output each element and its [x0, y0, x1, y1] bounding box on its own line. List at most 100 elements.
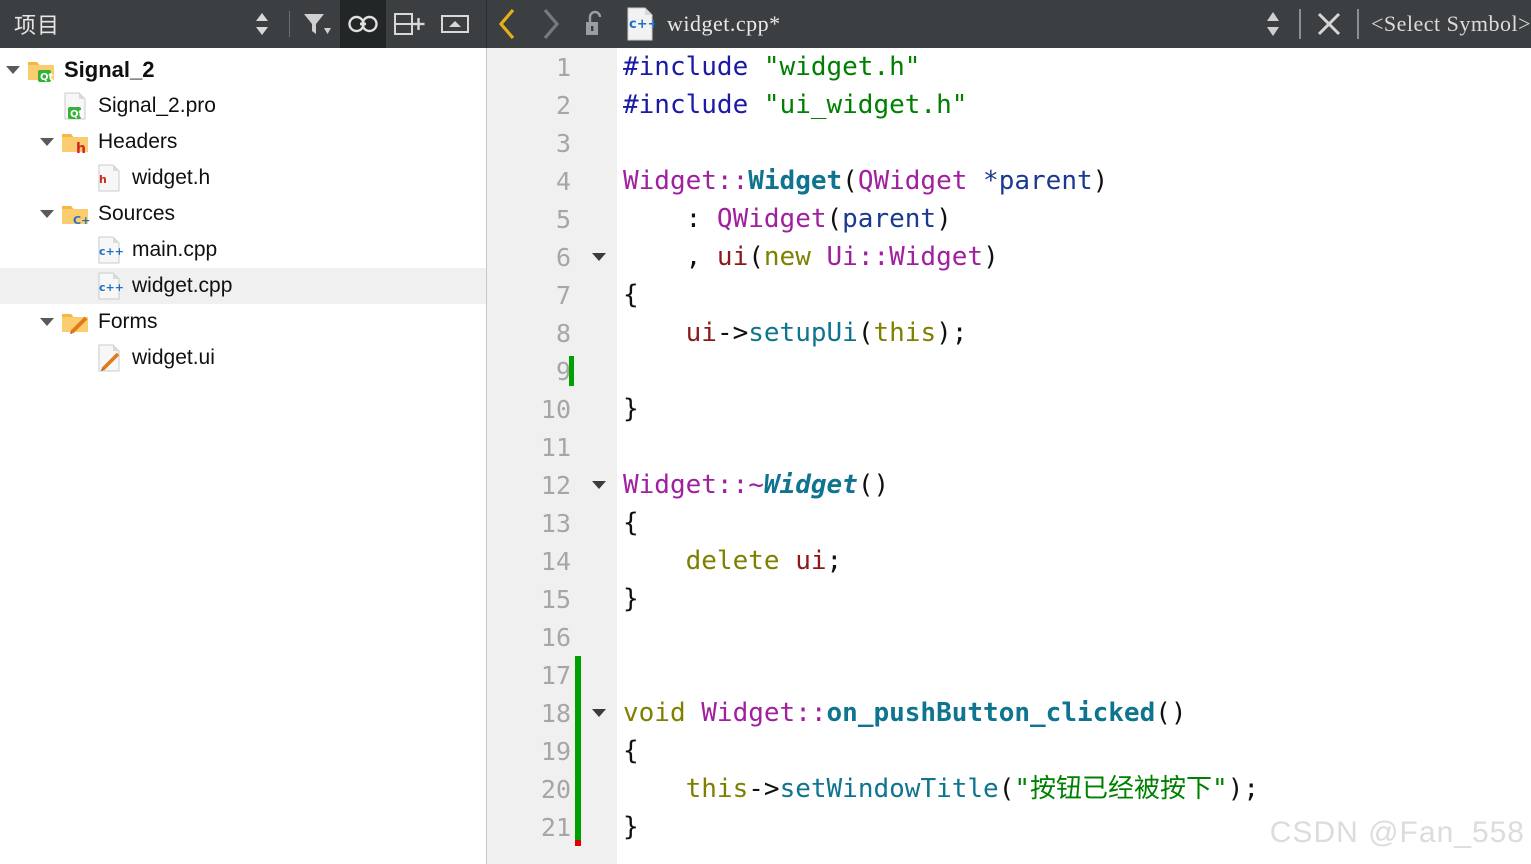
- tree-item-icon: h: [94, 163, 124, 193]
- code-line[interactable]: 21}: [487, 808, 1531, 846]
- code-line[interactable]: 13 {: [487, 504, 1531, 542]
- change-indicator-bar: [575, 504, 581, 542]
- code-line[interactable]: 3: [487, 124, 1531, 162]
- tree-item-widget-h[interactable]: h widget.h: [0, 160, 486, 196]
- close-file-button[interactable]: [1307, 0, 1351, 48]
- current-file-chip[interactable]: c++ widget.cpp*: [615, 6, 781, 42]
- code-line[interactable]: 19 {: [487, 732, 1531, 770]
- h-file-icon: h: [98, 164, 120, 192]
- code-token: );: [936, 318, 968, 348]
- code-line[interactable]: 11: [487, 428, 1531, 466]
- chevron-down-icon[interactable]: [34, 208, 60, 220]
- chevron-down-icon[interactable]: [0, 64, 26, 76]
- navigate-forward-button[interactable]: [529, 0, 571, 48]
- line-number: 11: [540, 432, 571, 462]
- code-token: setWindowTitle: [779, 774, 999, 804]
- fold-toggle-icon[interactable]: [581, 707, 617, 719]
- tree-item-icon: [60, 307, 90, 337]
- tree-item-signal-2-pro[interactable]: Qt Signal_2.pro: [0, 88, 486, 124]
- tree-item-widget-cpp[interactable]: c++ widget.cpp: [0, 268, 486, 304]
- code-line[interactable]: 14 delete ui;: [487, 542, 1531, 580]
- code-token: (: [842, 166, 858, 196]
- line-number: 4: [555, 166, 571, 196]
- link-sync-icon: [348, 15, 378, 33]
- change-indicator-bar: [575, 200, 581, 238]
- tree-item-label: widget.h: [132, 166, 211, 189]
- code-line[interactable]: 16: [487, 618, 1531, 656]
- code-line-text: #include "widget.h": [617, 48, 920, 86]
- code-token: "按钮已经被按下": [1014, 774, 1228, 804]
- code-line[interactable]: 5 : QWidget(parent): [487, 200, 1531, 238]
- code-line[interactable]: 1 #include "widget.h": [487, 48, 1531, 86]
- code-line[interactable]: 7{: [487, 276, 1531, 314]
- tree-item-icon: c++: [94, 235, 124, 265]
- code-lines-container[interactable]: 1 #include "widget.h" 2 #include "ui_widget…: [487, 48, 1531, 864]
- code-line[interactable]: 4 Widget::Widget(QWidget *parent): [487, 162, 1531, 200]
- tree-item-icon: C++: [60, 199, 90, 229]
- tree-item-sources[interactable]: C++ Sources: [0, 196, 486, 232]
- code-token: new: [763, 242, 827, 272]
- code-token: ): [936, 204, 952, 234]
- code-line[interactable]: 18 void Widget::on_pushButton_clicked(): [487, 694, 1531, 732]
- line-number: 17: [540, 660, 571, 690]
- code-token: QWidget: [716, 204, 827, 234]
- qt-creator-window: 项目 c++ widget.cpp* <Select Symbol> Qt Si…: [0, 0, 1531, 864]
- code-line[interactable]: 20 this->setWindowTitle("按钮已经被按下");: [487, 770, 1531, 808]
- code-token: this: [873, 318, 937, 348]
- code-line[interactable]: 15}: [487, 580, 1531, 618]
- file-updown-button[interactable]: [1253, 0, 1293, 48]
- navigate-back-button[interactable]: [487, 0, 529, 48]
- sort-updown-icon-button[interactable]: [239, 0, 285, 48]
- fold-toggle-icon[interactable]: [581, 251, 617, 263]
- code-token: ->: [716, 318, 749, 348]
- code-line[interactable]: 2 #include "ui_widget.h": [487, 86, 1531, 124]
- line-number: 12: [540, 470, 571, 500]
- code-line[interactable]: 6 , ui(new Ui::Widget): [487, 238, 1531, 276]
- cpp-folder-icon: C++: [62, 206, 90, 227]
- cpp-file-icon: c++: [627, 7, 655, 41]
- change-indicator-bar: [575, 314, 581, 352]
- code-line[interactable]: 17: [487, 656, 1531, 694]
- change-indicator-bar: [575, 352, 581, 390]
- panel-title: 项目: [14, 13, 61, 38]
- symbol-selector[interactable]: <Select Symbol>: [1365, 11, 1531, 37]
- code-token: ): [1092, 166, 1109, 196]
- tree-item-headers[interactable]: h Headers: [0, 124, 486, 160]
- link-sync-icon-button[interactable]: [340, 0, 386, 48]
- code-token: #include: [623, 90, 764, 120]
- h-folder-icon: h: [62, 134, 88, 157]
- tree-item-forms[interactable]: Forms: [0, 304, 486, 340]
- chevron-down-icon[interactable]: [34, 136, 60, 148]
- collapse-panel-icon-button[interactable]: [432, 0, 478, 48]
- tree-item-label: Headers: [98, 130, 178, 153]
- fold-toggle-icon[interactable]: [581, 479, 617, 491]
- code-line[interactable]: 12 Widget::~Widget(): [487, 466, 1531, 504]
- svg-text:c++: c++: [99, 245, 124, 258]
- tree-item-main-cpp[interactable]: c++ main.cpp: [0, 232, 486, 268]
- line-number: 8: [555, 318, 571, 348]
- svg-text:C++: C++: [73, 214, 90, 227]
- sort-updown-icon: [256, 13, 268, 35]
- code-line[interactable]: 10}: [487, 390, 1531, 428]
- change-indicator-bar: [575, 808, 581, 846]
- change-indicator-bar: [575, 656, 581, 694]
- tree-item-signal-2[interactable]: Qt Signal_2: [0, 52, 486, 88]
- change-indicator-bar: [575, 162, 581, 200]
- line-number: 14: [540, 546, 571, 576]
- code-line[interactable]: 8 ui->setupUi(this);: [487, 314, 1531, 352]
- code-token: {: [623, 280, 639, 310]
- chevron-down-icon[interactable]: [34, 316, 60, 328]
- tree-item-widget-ui[interactable]: widget.ui: [0, 340, 486, 376]
- lock-toggle-button[interactable]: [575, 0, 615, 48]
- top-toolbar: 项目 c++ widget.cpp* <Select Symbol>: [0, 0, 1531, 48]
- change-indicator-bar: [575, 618, 581, 656]
- collapse-panel-icon: [441, 15, 469, 33]
- change-indicator-bar: [575, 770, 581, 808]
- code-line[interactable]: 9: [487, 352, 1531, 390]
- filter-icon-button[interactable]: [294, 0, 340, 48]
- ui-file-icon: [98, 344, 120, 372]
- split-add-icon-button[interactable]: [386, 0, 432, 48]
- project-panel-toolbar: 项目: [0, 0, 487, 48]
- code-token: Widget: [763, 470, 858, 500]
- code-editor[interactable]: 1 #include "widget.h" 2 #include "ui_widget…: [487, 48, 1531, 864]
